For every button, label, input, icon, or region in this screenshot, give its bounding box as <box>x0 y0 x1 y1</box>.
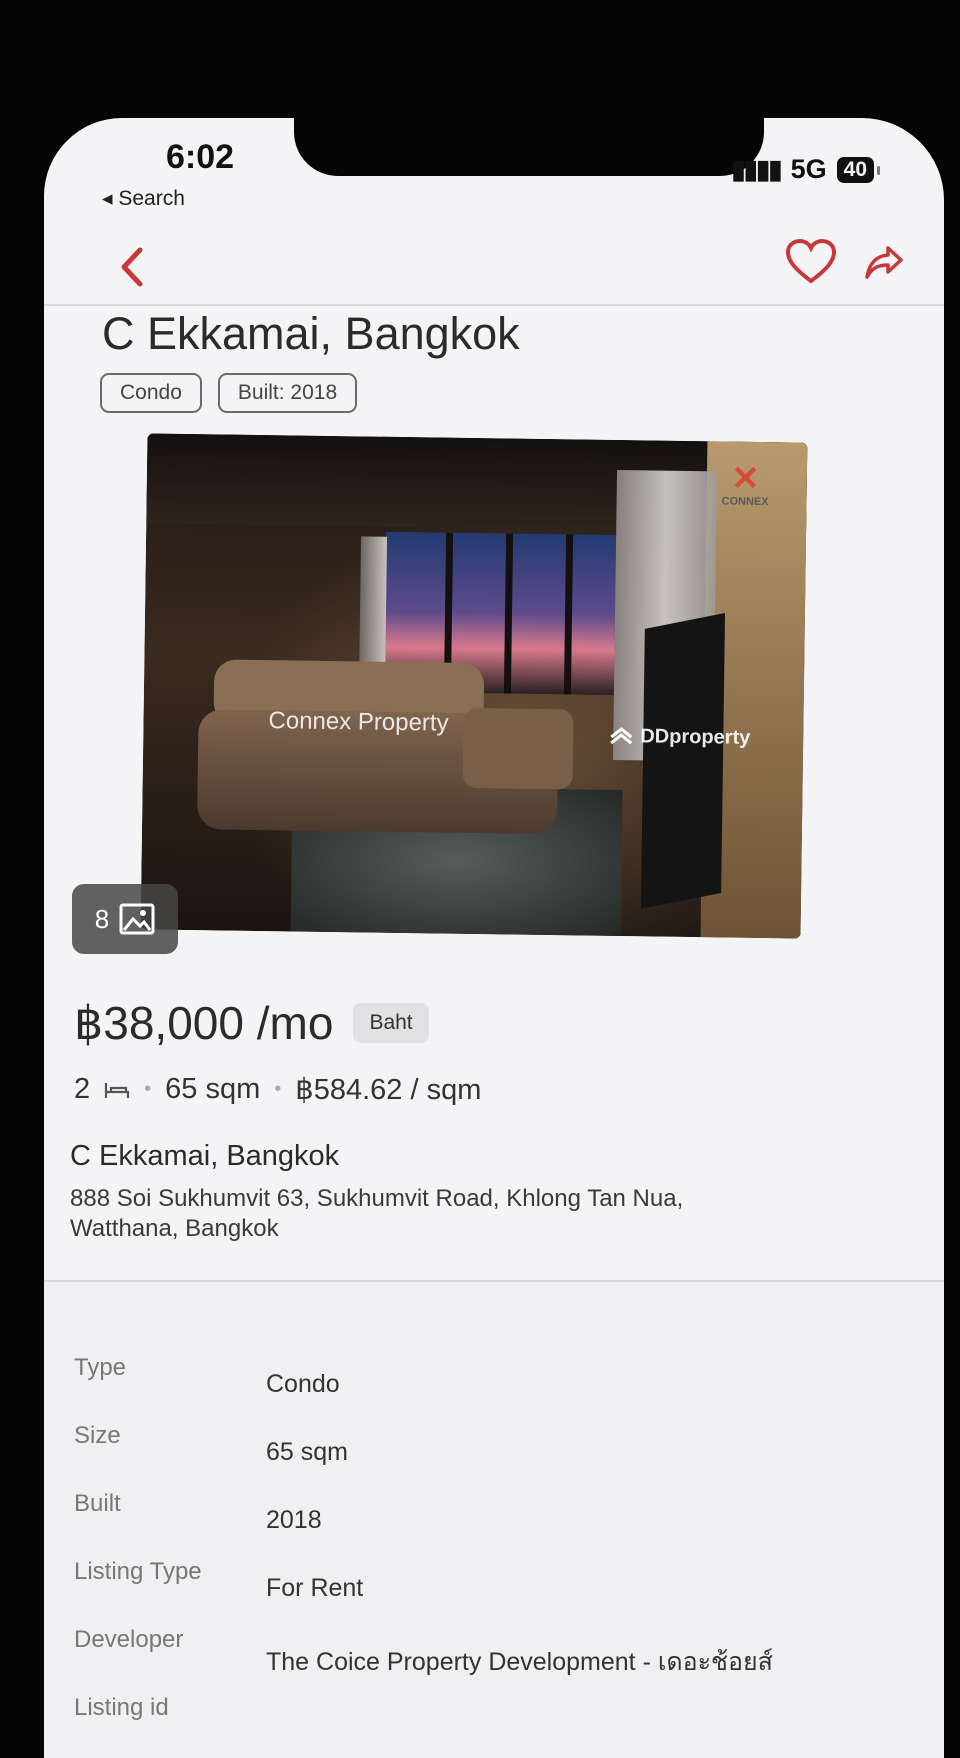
watermark-ddproperty: DDproperty <box>608 725 750 750</box>
status-time: 6:02 <box>166 138 235 176</box>
network-type: 5G <box>790 154 827 184</box>
detail-value-type: Condo <box>266 1370 340 1398</box>
detail-value-developer[interactable]: The Coice Property Development - เดอะช้อ… <box>266 1642 773 1682</box>
detail-value-listing-type: For Rent <box>266 1574 364 1602</box>
detail-label-size: Size <box>74 1422 121 1449</box>
price-row: ฿38,000 /mo Baht <box>74 996 429 1050</box>
page-title: C Ekkamai, Bangkok <box>102 308 520 359</box>
address-name: C Ekkamai, Bangkok <box>70 1140 340 1172</box>
detail-value-built: 2018 <box>266 1506 322 1534</box>
address-full: 888 Soi Sukhumvit 63, Sukhumvit Road, Kh… <box>70 1185 684 1242</box>
watermark-connex: Connex Property <box>268 707 449 737</box>
brand-logo: ✕ CONNEX <box>721 459 770 509</box>
photo-count: 8 <box>94 903 110 934</box>
detail-label-type: Type <box>74 1354 127 1381</box>
status-indicators: ▮▮▮▮ 5G 40 <box>731 154 881 185</box>
detail-label-listing-type: Listing Type <box>74 1558 202 1585</box>
detail-label-listing-id: Listing id <box>74 1694 169 1721</box>
bed-icon <box>105 1082 130 1098</box>
chevron-left-icon[interactable] <box>114 244 150 290</box>
gallery-icon <box>119 903 155 935</box>
tag-property-type: Condo <box>100 373 202 413</box>
detail-value-size: 65 sqm <box>266 1438 348 1466</box>
brand-logo-text: CONNEX <box>721 495 769 509</box>
brand-x-icon: ✕ <box>730 459 760 498</box>
currency-badge[interactable]: Baht <box>353 1003 429 1043</box>
details-section: Type Condo Size 65 sqm Built 2018 Listin… <box>44 1282 944 1758</box>
tag-built-year: Built: 2018 <box>217 373 358 413</box>
price-per-sqm: ฿584.62 / sqm <box>295 1074 482 1106</box>
separator-dot: • <box>274 1078 282 1100</box>
watermark-ddproperty-text: DDproperty <box>640 725 751 749</box>
spec-row: 2 • 65 sqm • ฿584.62 / sqm <box>74 1072 481 1107</box>
tag-list: Condo Built: 2018 <box>100 373 358 413</box>
photo-count-badge[interactable]: 8 <box>72 884 178 954</box>
share-icon[interactable] <box>864 244 904 282</box>
bedroom-count: 2 <box>74 1073 91 1105</box>
device-notch <box>294 118 764 176</box>
price: ฿38,000 /mo <box>74 997 334 1049</box>
heart-icon[interactable] <box>784 238 838 286</box>
signal-icon: ▮▮▮▮ <box>731 154 782 184</box>
detail-label-developer: Developer <box>74 1626 184 1653</box>
phone-screen: 6:02 ◂ Search ▮▮▮▮ 5G 40 C Ekkamai, Bang… <box>44 118 944 1758</box>
separator-dot: • <box>144 1078 152 1100</box>
ddproperty-logo-icon <box>610 726 633 744</box>
listing-photo[interactable]: Connex Property DDproperty ✕ CONNEX <box>140 433 808 939</box>
size: 65 sqm <box>165 1073 261 1105</box>
detail-label-built: Built <box>74 1490 121 1517</box>
battery-icon: 40 <box>836 156 881 183</box>
